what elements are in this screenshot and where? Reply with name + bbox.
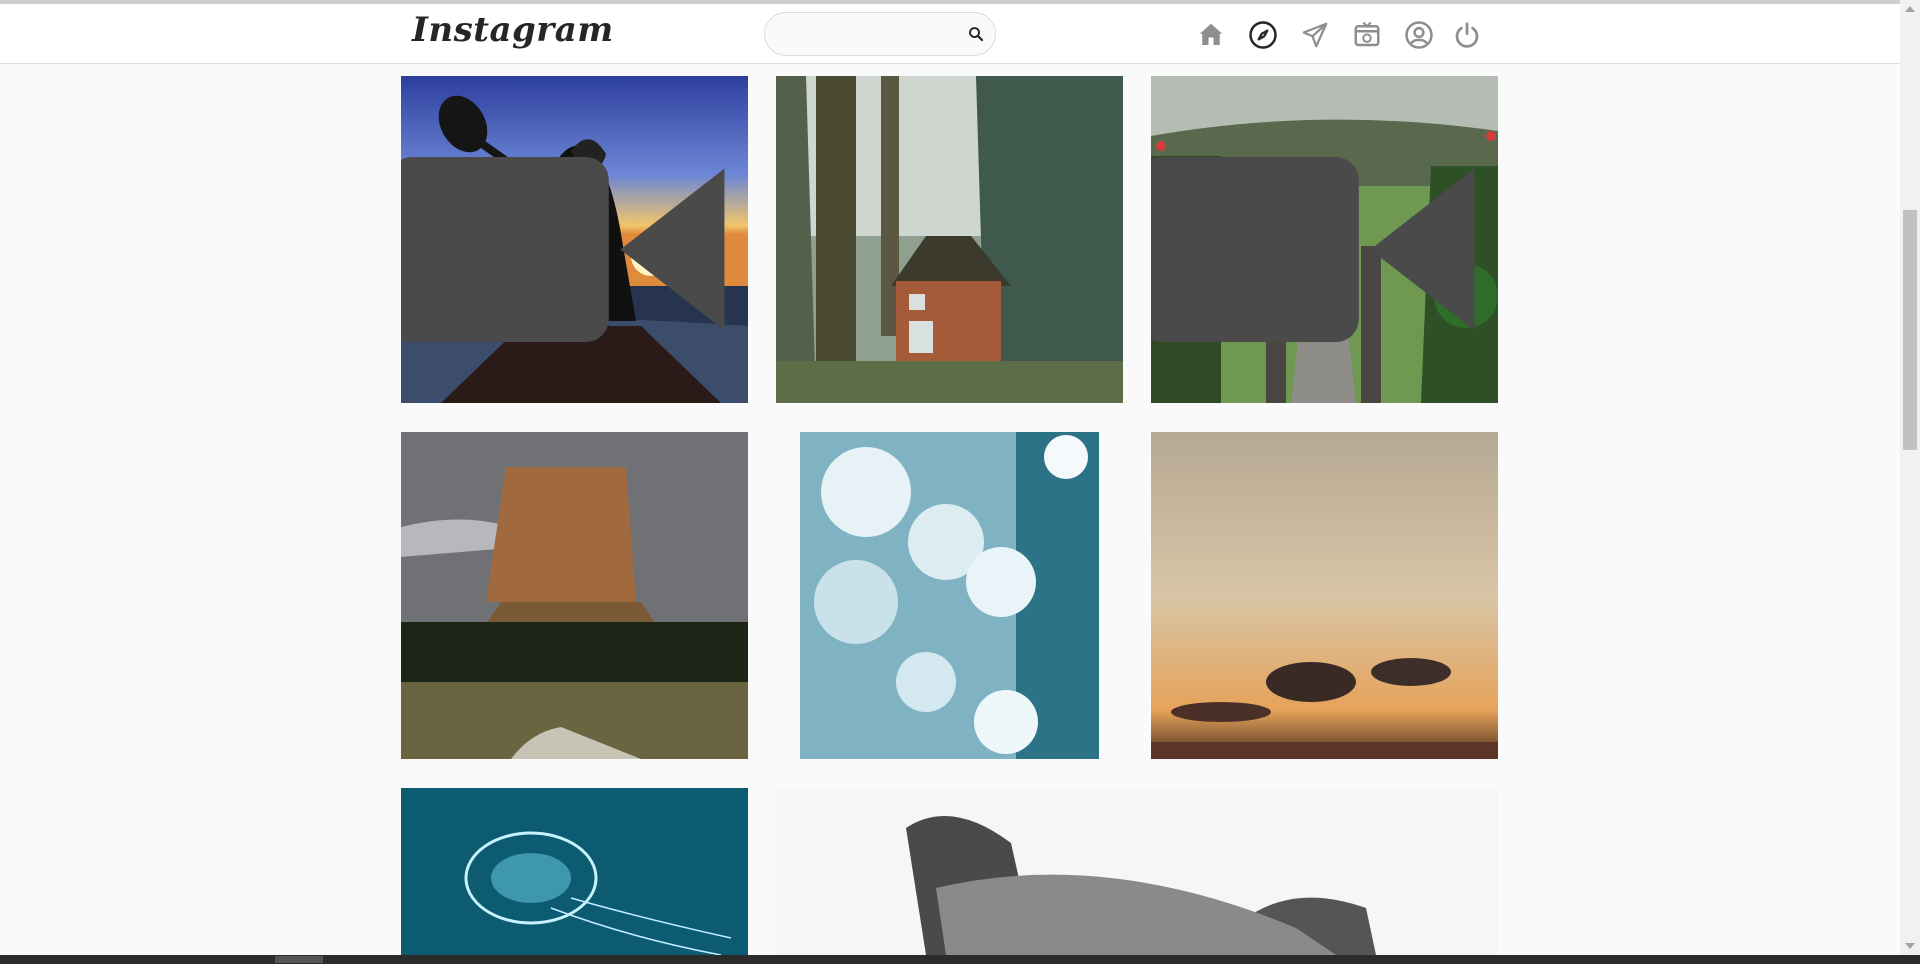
horizontal-scrollbar-thumb[interactable] <box>275 956 323 963</box>
scrollbar-thumb[interactable] <box>1903 210 1917 450</box>
sunset-clouds-photo <box>1151 432 1498 759</box>
blue-flowers-photo <box>776 432 1123 759</box>
igtv-icon[interactable] <box>1352 20 1382 50</box>
post-tile[interactable] <box>776 788 1498 955</box>
devils-tower-photo <box>401 432 748 759</box>
dog-photo <box>776 788 1498 955</box>
vertical-scrollbar[interactable] <box>1900 0 1920 955</box>
scroll-down-arrow[interactable] <box>1905 943 1915 949</box>
horizontal-scrollbar[interactable] <box>0 955 1920 964</box>
post-tile[interactable] <box>776 432 1123 759</box>
search-icon[interactable] <box>967 25 985 43</box>
search-input[interactable] <box>779 23 953 45</box>
instagram-logo[interactable]: Instagram <box>412 10 614 50</box>
top-navbar: Instagram <box>0 4 1900 64</box>
logout-icon[interactable] <box>1452 20 1482 50</box>
post-tile[interactable] <box>776 76 1123 403</box>
jellyfish-photo <box>401 788 748 955</box>
post-tile[interactable] <box>401 788 748 955</box>
profile-icon[interactable] <box>1404 20 1434 50</box>
post-tile[interactable] <box>1151 432 1498 759</box>
explore-icon[interactable] <box>1248 20 1278 50</box>
scroll-up-arrow[interactable] <box>1905 6 1915 12</box>
video-icon <box>401 156 725 343</box>
forest-cabin-photo <box>776 76 1123 403</box>
post-tile[interactable] <box>401 432 748 759</box>
direct-icon[interactable] <box>1300 20 1330 50</box>
home-icon[interactable] <box>1196 20 1226 50</box>
video-icon <box>1151 156 1475 343</box>
search-box[interactable] <box>764 12 996 56</box>
post-tile[interactable] <box>401 76 748 403</box>
post-tile[interactable] <box>1151 76 1498 403</box>
